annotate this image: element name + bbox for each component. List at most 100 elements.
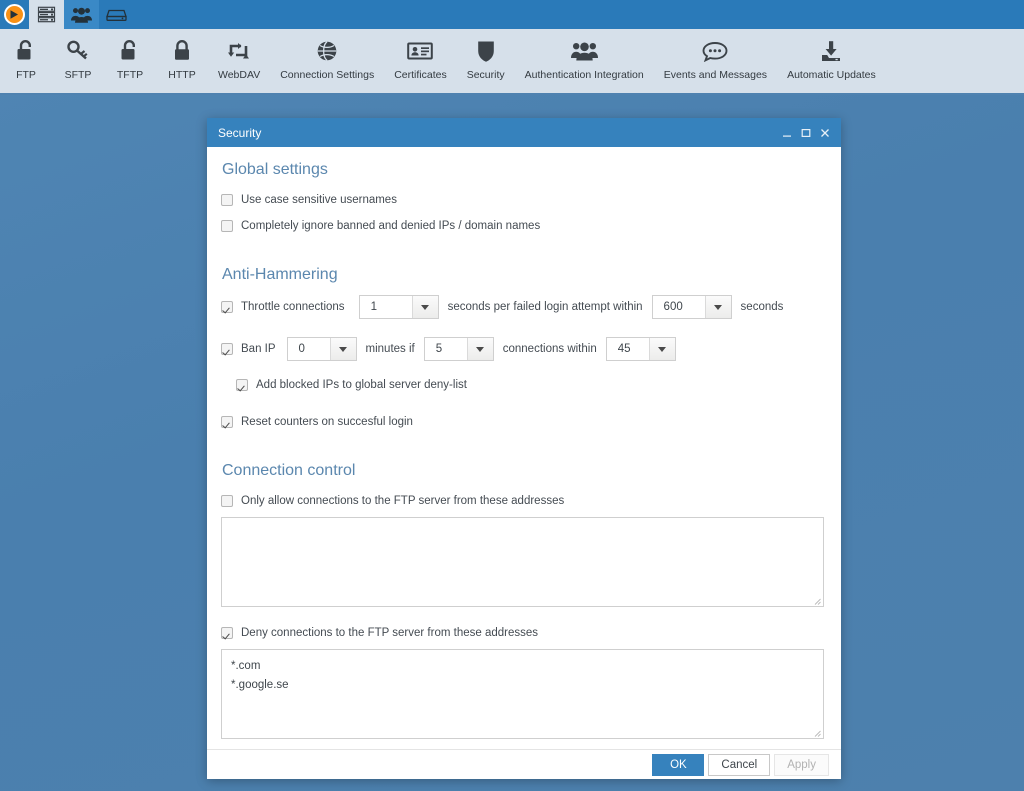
throttle-tail-label: seconds xyxy=(740,301,784,313)
ribbon-label: Connection Settings xyxy=(280,69,375,81)
option-add-blocked-ips-deny-list[interactable]: Add blocked IPs to global server deny-li… xyxy=(221,375,825,395)
ribbon-label: Security xyxy=(466,69,505,81)
option-label: Only allow connections to the FTP server… xyxy=(241,495,565,507)
anti-hammering-heading: Anti-Hammering xyxy=(222,266,338,283)
orange-play-arrow-logo-icon xyxy=(4,4,25,25)
option-reset-counters[interactable]: Reset counters on succesful login xyxy=(221,412,825,432)
ribbon-label: Authentication Integration xyxy=(524,69,644,81)
option-label: Deny connections to the FTP server from … xyxy=(241,627,539,639)
checkbox[interactable] xyxy=(221,495,233,507)
download-tray-icon xyxy=(819,38,843,64)
ribbon-item-tftp[interactable]: TFTP xyxy=(104,29,156,93)
throttle-seconds-value[interactable]: 1 xyxy=(359,296,412,318)
dialog-body: Global settings Use case sensitive usern… xyxy=(207,147,841,749)
ribbon-label: FTP xyxy=(16,69,36,81)
ribbon-item-security[interactable]: Security xyxy=(457,29,515,93)
throttle-connections-label: Throttle connections xyxy=(241,301,345,313)
option-case-sensitive-usernames[interactable]: Use case sensitive usernames xyxy=(221,190,825,210)
cancel-button[interactable]: Cancel xyxy=(708,753,771,776)
dialog-title-bar[interactable]: Security xyxy=(207,118,841,147)
option-label: Add blocked IPs to global server deny-li… xyxy=(256,379,467,391)
chevron-down-icon[interactable] xyxy=(466,338,493,360)
allow-addresses-textarea[interactable] xyxy=(221,517,824,607)
resize-grip-icon xyxy=(814,730,821,737)
ribbon-item-events-and-messages[interactable]: Events and Messages xyxy=(654,29,777,93)
throttle-connections-checkbox[interactable] xyxy=(221,301,233,313)
ban-mid-label: minutes if xyxy=(365,343,415,355)
tab-storage[interactable] xyxy=(99,0,134,29)
ok-button[interactable]: OK xyxy=(652,753,705,776)
dialog-title: Security xyxy=(218,125,262,140)
speech-bubble-icon xyxy=(702,38,728,64)
ban-mid-label-2: connections within xyxy=(502,343,597,355)
disk-drive-icon xyxy=(106,6,127,23)
ban-ip-checkbox[interactable] xyxy=(221,343,233,355)
minimize-icon[interactable] xyxy=(779,123,795,143)
option-only-allow-addresses[interactable]: Only allow connections to the FTP server… xyxy=(221,491,825,511)
deny-addresses-textarea[interactable]: *.com *.google.se xyxy=(221,649,824,739)
maximize-icon[interactable] xyxy=(798,123,814,143)
throttle-window-value[interactable]: 600 xyxy=(652,296,705,318)
tab-users[interactable] xyxy=(64,0,99,29)
ban-ip-row: Ban IP 0 minutes if 5 connections within… xyxy=(221,337,825,361)
checkbox[interactable] xyxy=(236,379,248,391)
checkbox[interactable] xyxy=(221,194,233,206)
dialog-footer: OK Cancel Apply xyxy=(207,749,841,779)
tab-server[interactable] xyxy=(29,0,64,29)
global-settings-heading: Global settings xyxy=(222,161,328,178)
key-icon xyxy=(66,38,90,64)
throttle-mid-label: seconds per failed login attempt within xyxy=(447,301,643,313)
ribbon-label: Certificates xyxy=(394,69,447,81)
ribbon-label: Automatic Updates xyxy=(787,69,876,81)
ban-window-value[interactable]: 45 xyxy=(606,338,649,360)
ribbon-item-http[interactable]: HTTP xyxy=(156,29,208,93)
ribbon-label: TFTP xyxy=(116,69,144,81)
ribbon-label: HTTP xyxy=(168,69,196,81)
open-padlock-icon xyxy=(119,38,141,64)
checkbox[interactable] xyxy=(221,627,233,639)
ribbon-item-ftp[interactable]: FTP xyxy=(0,29,52,93)
ban-minutes-value[interactable]: 0 xyxy=(287,338,330,360)
users-group-icon xyxy=(71,6,92,23)
ban-ip-label: Ban IP xyxy=(241,343,276,355)
ribbon-item-automatic-updates[interactable]: Automatic Updates xyxy=(777,29,886,93)
ribbon-label: Events and Messages xyxy=(663,69,768,81)
apply-button: Apply xyxy=(774,753,829,776)
closed-padlock-icon xyxy=(172,38,192,64)
checkbox[interactable] xyxy=(221,220,233,232)
app-tab-strip xyxy=(0,0,1024,29)
id-card-icon xyxy=(407,38,434,64)
resize-grip-icon xyxy=(814,598,821,605)
ribbon-item-certificates[interactable]: Certificates xyxy=(384,29,457,93)
chevron-down-icon[interactable] xyxy=(329,338,356,360)
ban-connections-value[interactable]: 5 xyxy=(424,338,467,360)
ribbon-label: SFTP xyxy=(64,69,92,81)
shield-icon xyxy=(477,38,495,64)
ribbon-item-sftp[interactable]: SFTP xyxy=(52,29,104,93)
ribbon-label: WebDAV xyxy=(218,69,261,81)
close-icon[interactable] xyxy=(817,123,833,143)
option-label: Use case sensitive usernames xyxy=(241,194,397,206)
connection-control-heading: Connection control xyxy=(222,462,356,479)
ribbon-item-connection-settings[interactable]: Connection Settings xyxy=(270,29,384,93)
throttle-seconds-spinner[interactable]: 1 xyxy=(358,295,439,319)
chevron-down-icon[interactable] xyxy=(648,338,675,360)
option-ignore-banned-ips[interactable]: Completely ignore banned and denied IPs … xyxy=(221,216,825,236)
ribbon-item-authentication-integration[interactable]: Authentication Integration xyxy=(515,29,654,93)
app-logo[interactable] xyxy=(0,0,29,29)
chevron-down-icon[interactable] xyxy=(704,296,731,318)
ban-connections-spinner[interactable]: 5 xyxy=(423,337,494,361)
option-label: Reset counters on succesful login xyxy=(241,416,413,428)
checkbox[interactable] xyxy=(221,416,233,428)
users-group-icon xyxy=(570,38,598,64)
ribbon-toolbar: FTP SFTP TFTP HTTP WebDAV Connection Set… xyxy=(0,29,1024,95)
ban-window-spinner[interactable]: 45 xyxy=(605,337,676,361)
security-dialog: Security Global settings Use case sensit… xyxy=(207,118,841,779)
option-deny-addresses[interactable]: Deny connections to the FTP server from … xyxy=(221,623,825,643)
chevron-down-icon[interactable] xyxy=(411,296,438,318)
ribbon-item-webdav[interactable]: WebDAV xyxy=(208,29,270,93)
throttle-window-spinner[interactable]: 600 xyxy=(651,295,732,319)
open-padlock-icon xyxy=(15,38,37,64)
option-label: Completely ignore banned and denied IPs … xyxy=(241,220,541,232)
ban-minutes-spinner[interactable]: 0 xyxy=(286,337,357,361)
